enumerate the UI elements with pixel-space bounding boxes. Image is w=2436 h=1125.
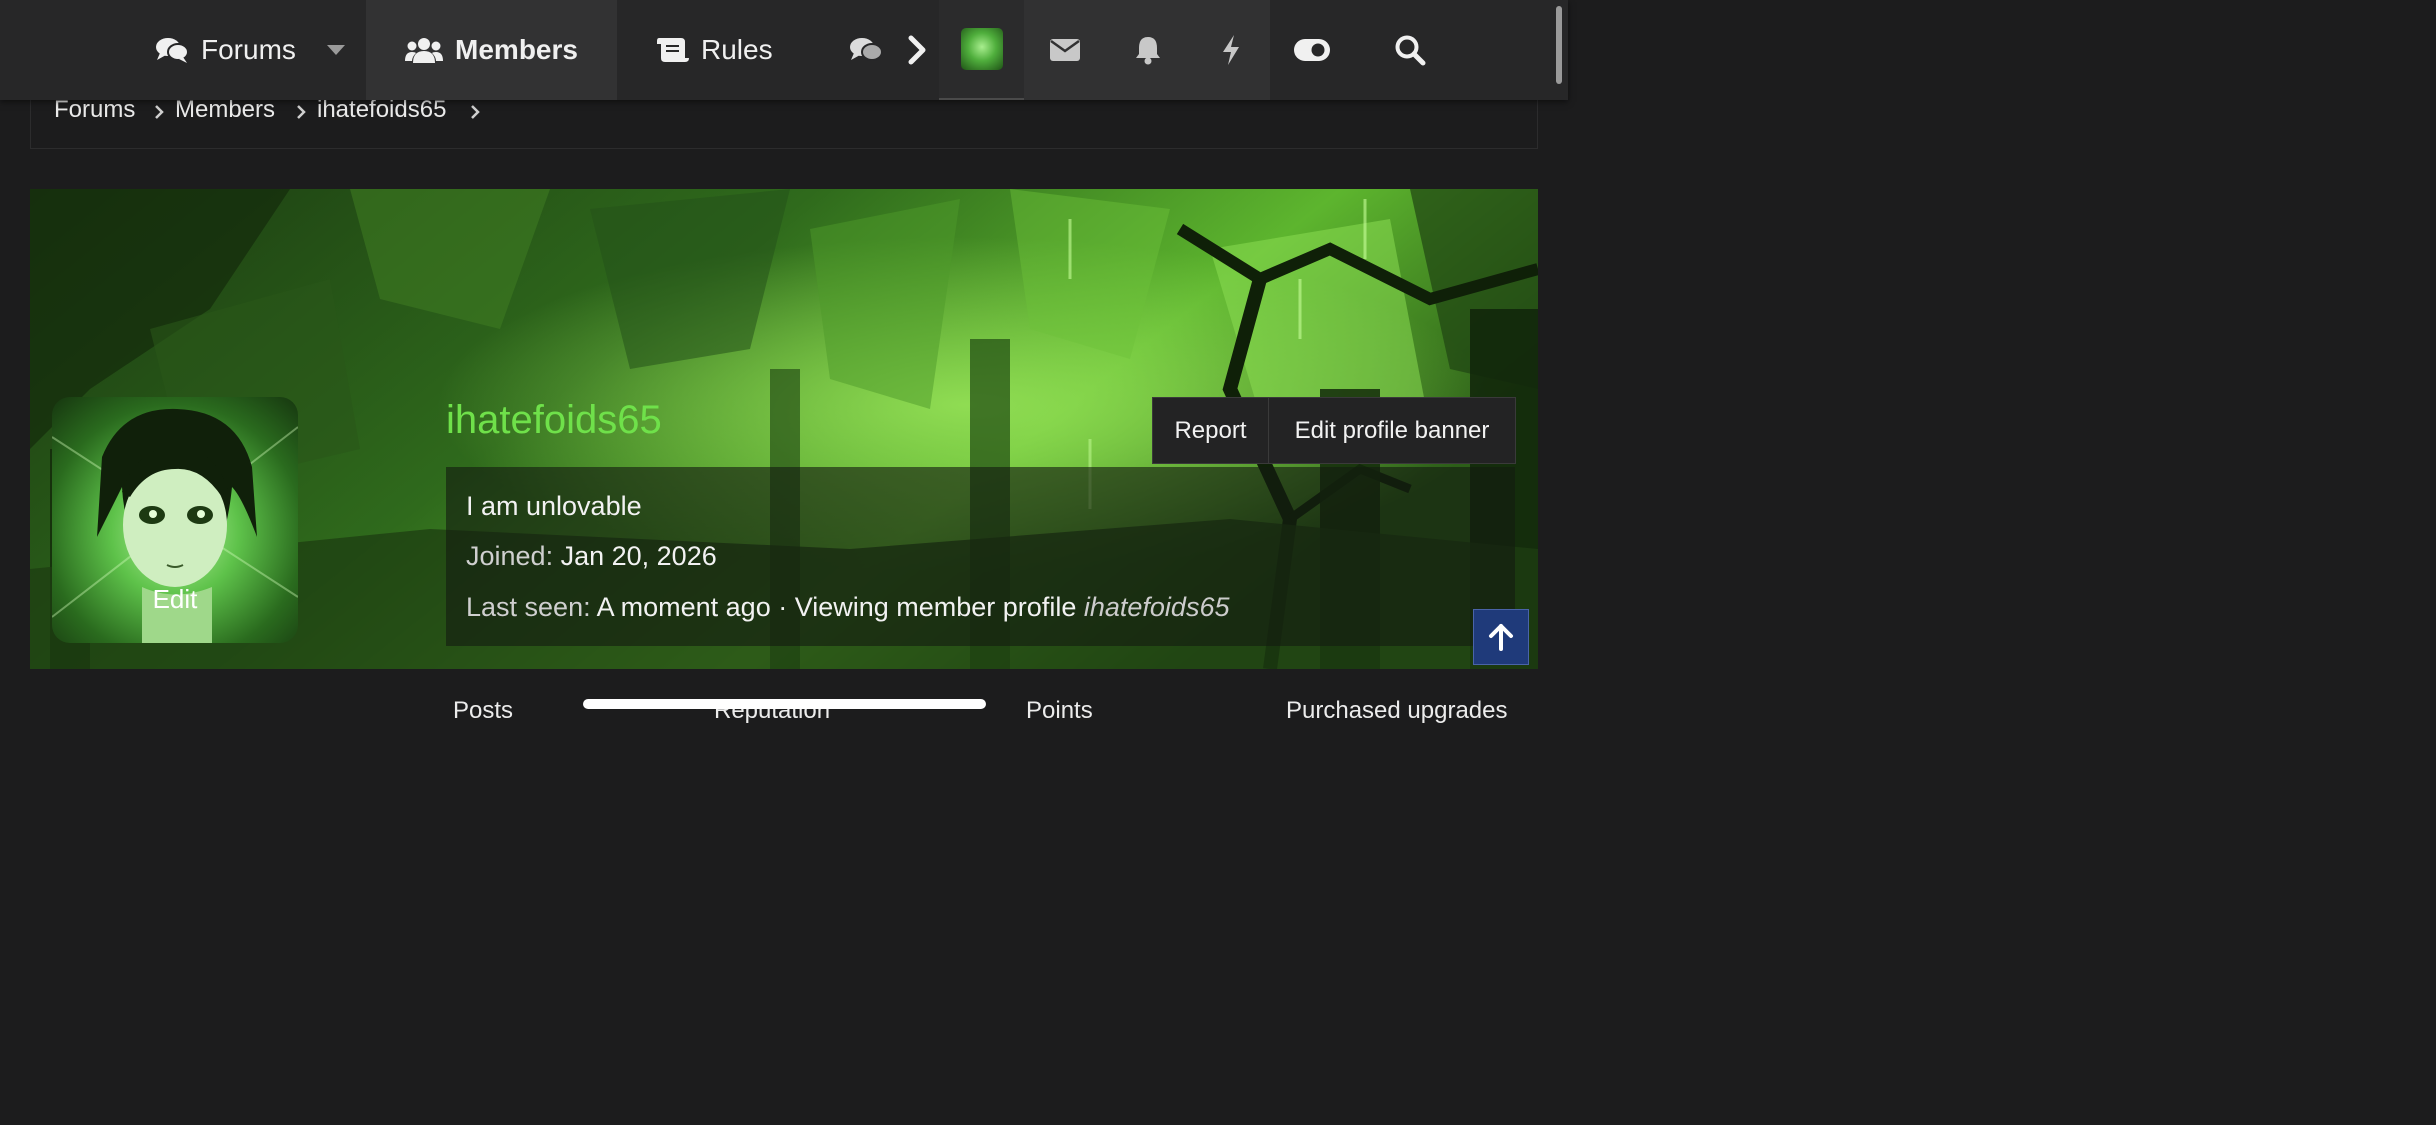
profile-custom-title: I am unlovable xyxy=(466,491,642,521)
profile-last-seen: Last seen: A moment ago · Viewing member… xyxy=(466,592,1229,623)
breadcrumb-item-forums[interactable]: Forums xyxy=(54,96,135,124)
nav-inbox[interactable] xyxy=(1041,0,1089,100)
comments-icon xyxy=(155,35,189,65)
top-navigation: Forums Members Rules xyxy=(0,0,1568,100)
nav-tab-members[interactable]: Members xyxy=(366,0,617,100)
profile-username: ihatefoids65 xyxy=(446,398,662,442)
caret-down-icon xyxy=(327,45,345,55)
joined-label: Joined: xyxy=(466,541,554,571)
toggle-icon xyxy=(1294,39,1330,61)
chevron-right-icon xyxy=(297,105,306,119)
account-menu[interactable] xyxy=(939,0,1024,100)
last-seen-label: Last seen: xyxy=(466,592,591,622)
home-indicator[interactable] xyxy=(583,699,986,709)
last-seen-target-link[interactable]: ihatefoids65 xyxy=(1084,592,1230,622)
bell-icon xyxy=(1136,37,1160,65)
nav-scroll-right[interactable] xyxy=(900,0,934,100)
scroll-icon xyxy=(655,36,689,64)
stat-upgrades-label[interactable]: Purchased upgrades xyxy=(1286,697,1507,725)
envelope-icon xyxy=(1050,39,1080,61)
nav-whats-new[interactable] xyxy=(1207,0,1255,100)
comments-icon xyxy=(850,38,883,61)
bolt-icon xyxy=(1223,35,1239,65)
chevron-right-icon xyxy=(155,105,164,119)
edit-profile-banner-button[interactable]: Edit profile banner xyxy=(1268,397,1516,464)
account-avatar xyxy=(960,28,1003,70)
nav-tab-forums-label: Forums xyxy=(201,34,296,65)
search-button[interactable] xyxy=(1384,0,1436,100)
style-variation-toggle[interactable] xyxy=(1284,0,1340,100)
nav-tab-forums[interactable]: Forums xyxy=(155,0,296,100)
page-scrollbar[interactable] xyxy=(1556,6,1562,84)
chevron-right-icon xyxy=(908,35,926,65)
users-icon xyxy=(405,37,444,63)
nav-tab-members-label: Members xyxy=(455,34,578,65)
nav-tab-rules[interactable]: Rules xyxy=(655,0,773,100)
arrow-up-icon xyxy=(1489,624,1513,651)
joined-value: Jan 20, 2026 xyxy=(560,541,717,571)
nav-more-comments[interactable] xyxy=(846,0,886,100)
search-icon xyxy=(1395,35,1426,66)
profile-avatar[interactable]: Edit xyxy=(52,397,298,643)
forums-dropdown-toggle[interactable] xyxy=(318,0,354,100)
chevron-right-icon xyxy=(471,105,480,119)
report-button[interactable]: Report xyxy=(1152,397,1269,464)
scroll-to-top-button[interactable] xyxy=(1473,609,1529,665)
last-seen-value: A moment ago · Viewing member profile xyxy=(596,592,1077,622)
profile-joined: Joined: Jan 20, 2026 xyxy=(466,541,717,572)
breadcrumb-item-profile[interactable]: ihatefoids65 xyxy=(317,96,446,124)
avatar-edit-button[interactable]: Edit xyxy=(52,584,298,615)
stat-posts-label[interactable]: Posts xyxy=(453,697,513,725)
breadcrumb-item-members[interactable]: Members xyxy=(175,96,275,124)
nav-alerts[interactable] xyxy=(1124,0,1172,100)
stat-points-label[interactable]: Points xyxy=(1026,697,1093,725)
nav-tab-rules-label: Rules xyxy=(701,34,773,65)
